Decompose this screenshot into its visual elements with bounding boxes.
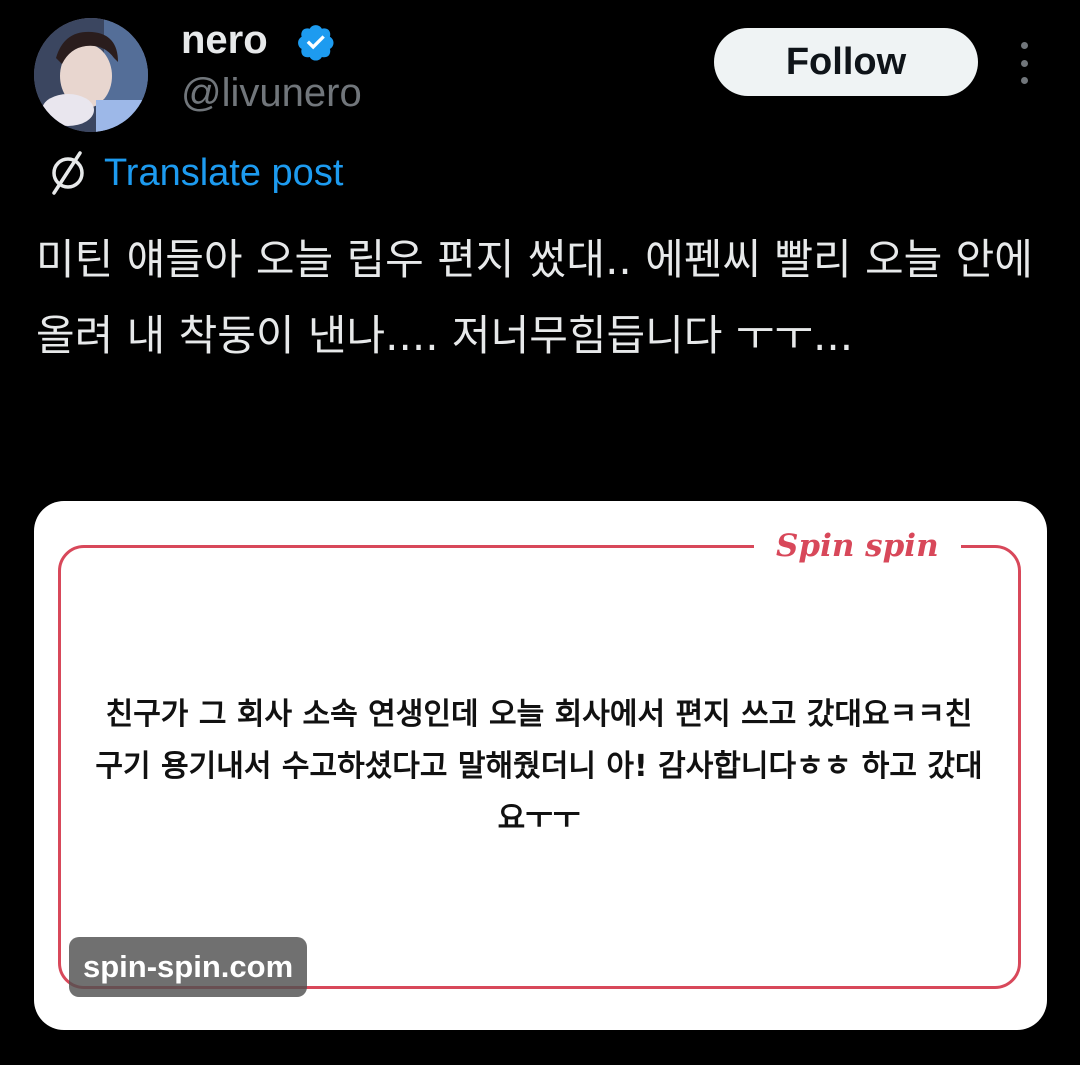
translate-post-link[interactable]: Translate post [44,148,343,198]
post-media-image[interactable]: Spin spin 친구가 그 회사 소속 연생인데 오늘 회사에서 편지 쓰고… [34,501,1047,1030]
avatar-image [34,18,148,132]
translate-post-label: Translate post [104,151,344,194]
author-display-name[interactable]: nero [181,14,268,66]
author-handle[interactable]: @livunero [181,68,362,118]
letter-text: 친구가 그 회사 소속 연생인데 오늘 회사에서 편지 쓰고 갔대요ㅋㅋ친구기 … [95,697,983,836]
avatar[interactable] [34,18,148,132]
more-dot [1020,42,1028,49]
post-text: 미틴 얘들아 오늘 립우 편지 썼대.. 에펜씨 빨리 오늘 안에 올려 내 착… [36,235,1033,360]
more-dot [1020,77,1028,84]
watermark-badge: spin-spin.com [69,937,308,997]
follow-button[interactable]: Follow [714,28,978,96]
more-options-icon[interactable] [1008,42,1040,84]
globe-icon [52,151,84,195]
brand-logo: Spin spin [754,521,961,571]
verified-badge-icon [298,25,334,61]
more-dot [1020,59,1028,67]
